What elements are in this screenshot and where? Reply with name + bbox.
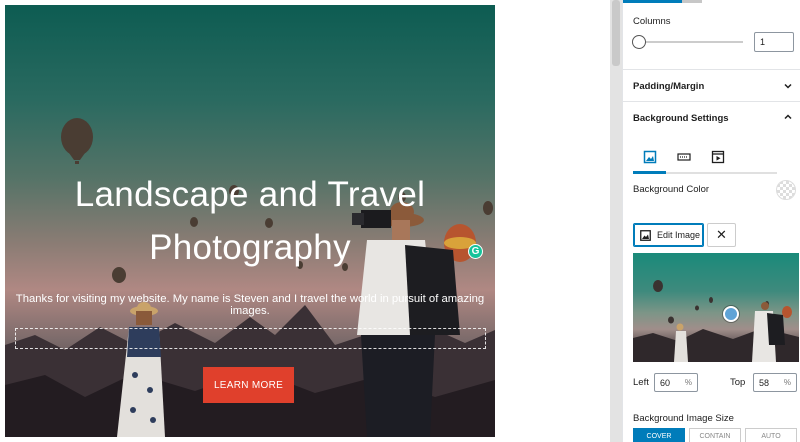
image-icon — [640, 229, 651, 241]
columns-label: Columns — [633, 16, 671, 27]
grammarly-icon[interactable]: G — [468, 244, 483, 259]
background-size-options: COVER CONTAIN AUTO — [633, 428, 799, 442]
canvas-scrollbar[interactable] — [610, 0, 622, 442]
focal-top-unit: % — [783, 378, 791, 387]
focal-left-label: Left — [633, 377, 649, 388]
chevron-down-icon[interactable] — [783, 81, 793, 91]
background-settings-title[interactable]: Background Settings — [633, 113, 729, 124]
focal-left-unit: % — [684, 378, 692, 387]
columns-input[interactable]: 1 — [754, 32, 794, 52]
hero-title[interactable]: Landscape and Travel Photography — [5, 168, 495, 274]
focal-top-input[interactable]: 58 % — [753, 373, 797, 392]
edit-image-button[interactable]: Edit Image — [633, 223, 704, 247]
close-icon: ✕ — [716, 227, 727, 242]
background-type-tabs-underline — [633, 171, 777, 174]
editor-app: Landscape and Travel Photography G Thank… — [0, 0, 800, 442]
learn-more-button[interactable]: LEARN MORE — [203, 367, 294, 403]
background-size-label: Background Image Size — [633, 413, 734, 424]
video-icon[interactable] — [711, 150, 725, 164]
chevron-up-icon[interactable] — [783, 112, 793, 122]
sidebar-tab-active-indicator[interactable] — [623, 0, 682, 3]
focal-left-input[interactable]: 60 % — [654, 373, 698, 392]
background-color-label: Background Color — [633, 184, 710, 195]
scrollbar-thumb[interactable] — [612, 0, 620, 66]
columns-slider-handle[interactable] — [632, 35, 646, 49]
focal-point-handle[interactable] — [723, 306, 739, 322]
focal-point-picker[interactable] — [633, 253, 799, 362]
padding-margin-title[interactable]: Padding/Margin — [633, 81, 704, 92]
image-icon[interactable] — [643, 150, 657, 164]
focal-top-label: Top — [730, 377, 746, 388]
size-option-contain[interactable]: CONTAIN — [689, 428, 741, 442]
columns-input-value: 1 — [760, 37, 766, 47]
divider — [623, 69, 800, 70]
edit-image-label: Edit Image — [657, 230, 701, 240]
hero-title-line1[interactable]: Landscape and Travel — [5, 168, 495, 221]
hero-section[interactable]: Landscape and Travel Photography G Thank… — [5, 5, 495, 437]
empty-block-placeholder[interactable] — [15, 328, 486, 349]
gradient-icon[interactable] — [677, 150, 691, 164]
remove-image-button[interactable]: ✕ — [707, 223, 736, 247]
sidebar-tabs-strip — [623, 0, 800, 3]
sidebar-tab-indicator[interactable] — [682, 0, 702, 3]
hero-title-line2[interactable]: Photography — [5, 221, 495, 274]
size-option-auto[interactable]: AUTO — [745, 428, 797, 442]
editor-canvas: Landscape and Travel Photography G Thank… — [0, 0, 610, 442]
divider — [623, 101, 800, 102]
focal-point-image — [633, 280, 799, 362]
background-color-swatch[interactable] — [776, 180, 796, 200]
focal-left-value: 60 — [660, 377, 671, 388]
focal-top-value: 58 — [759, 377, 770, 388]
columns-slider-track[interactable] — [641, 41, 743, 43]
active-tab-indicator — [633, 171, 666, 174]
size-option-cover[interactable]: COVER — [633, 428, 685, 442]
settings-sidebar: Columns 1 Padding/Margin Background Sett… — [622, 0, 800, 442]
hero-subtitle[interactable]: Thanks for visiting my website. My name … — [5, 293, 495, 317]
